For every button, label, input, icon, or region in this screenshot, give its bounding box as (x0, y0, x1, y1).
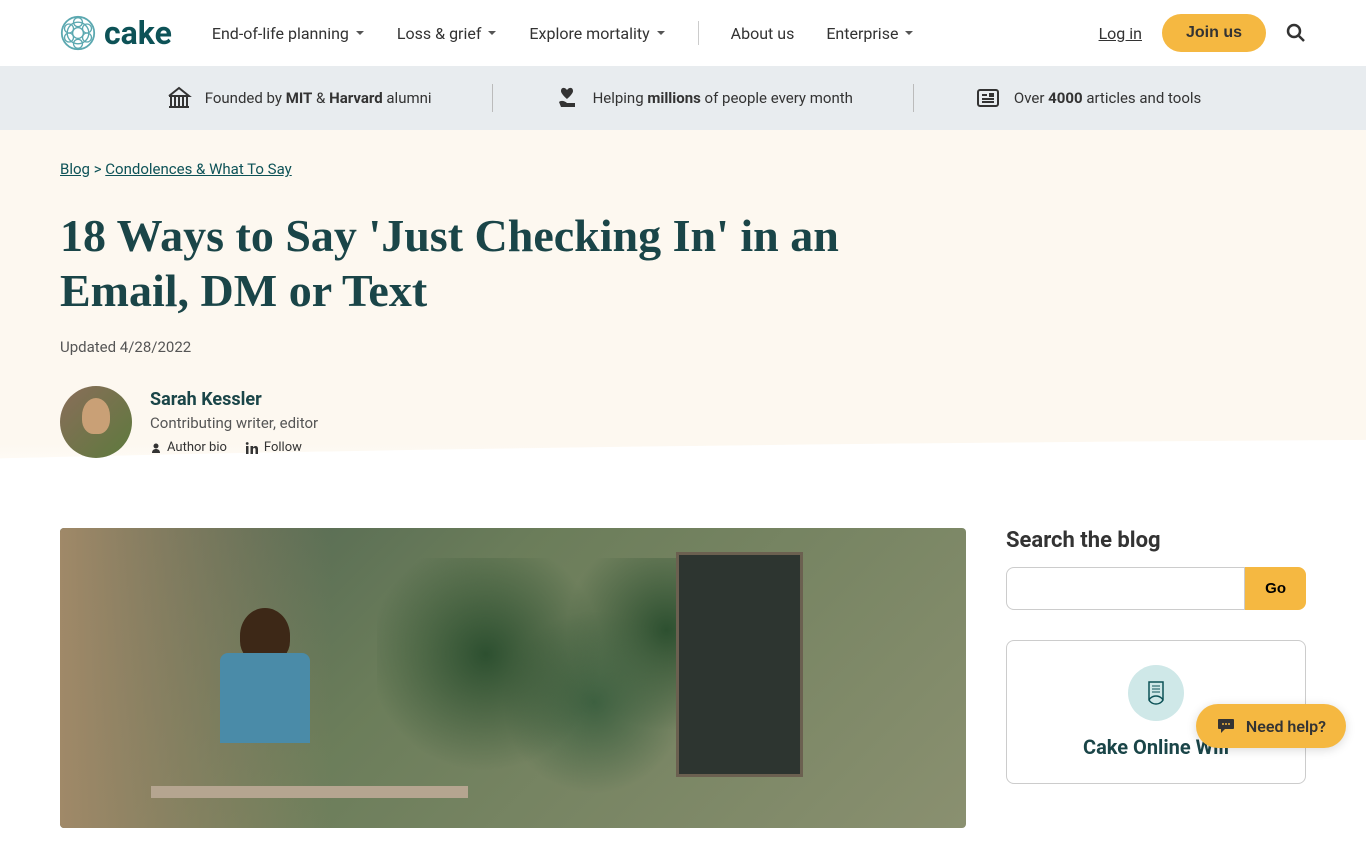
main-header: cake End-of-life planning Loss & grief E… (0, 0, 1366, 66)
heart-hand-icon (553, 84, 581, 112)
trust-text: Founded by MIT & Harvard alumni (205, 89, 432, 107)
author-name: Sarah Kessler (150, 389, 318, 410)
search-form: Go (1006, 567, 1306, 610)
trust-founded: Founded by MIT & Harvard alumni (165, 84, 432, 112)
institution-icon (165, 84, 193, 112)
page-title: 18 Ways to Say 'Just Checking In' in an … (60, 208, 960, 318)
header-left: cake End-of-life planning Loss & grief E… (60, 14, 914, 52)
nav-label: About us (731, 24, 795, 43)
author-links: Author bio Follow (150, 440, 318, 455)
nav-label: Loss & grief (397, 24, 482, 43)
trust-helping: Helping millions of people every month (553, 84, 853, 112)
caret-down-icon (656, 28, 666, 38)
logo-icon (60, 15, 96, 51)
main-nav: End-of-life planning Loss & grief Explor… (212, 21, 915, 45)
nav-enterprise[interactable]: Enterprise (826, 24, 914, 43)
trust-text: Helping millions of people every month (593, 89, 853, 107)
trust-articles: Over 4000 articles and tools (974, 84, 1201, 112)
chat-icon (1216, 716, 1236, 736)
content-area: Search the blog Go Cake Online Will (0, 498, 1366, 858)
help-widget[interactable]: Need help? (1196, 704, 1346, 748)
nav-divider (698, 21, 699, 45)
trust-bar: Founded by MIT & Harvard alumni Helping … (0, 66, 1366, 130)
nav-label: End-of-life planning (212, 24, 349, 43)
author-follow-label: Follow (264, 440, 302, 455)
logo[interactable]: cake (60, 14, 172, 52)
header-right: Log in Join us (1099, 14, 1306, 52)
document-icon (1128, 665, 1184, 721)
main-column (60, 528, 966, 828)
search-title: Search the blog (1006, 528, 1306, 553)
nav-eol-planning[interactable]: End-of-life planning (212, 24, 365, 43)
caret-down-icon (487, 28, 497, 38)
hero-image (60, 528, 966, 828)
author-avatar (60, 386, 132, 458)
trust-divider (913, 84, 914, 112)
breadcrumb-blog[interactable]: Blog (60, 160, 90, 178)
news-icon (974, 84, 1002, 112)
caret-down-icon (904, 28, 914, 38)
updated-date: Updated 4/28/2022 (60, 338, 1306, 356)
search-input[interactable] (1006, 567, 1245, 610)
author-bio-label: Author bio (167, 440, 227, 455)
logo-text: cake (104, 14, 172, 52)
author-follow-link[interactable]: Follow (245, 440, 302, 455)
caret-down-icon (355, 28, 365, 38)
linkedin-icon (245, 441, 259, 455)
search-icon[interactable] (1286, 23, 1306, 43)
login-link[interactable]: Log in (1099, 24, 1142, 43)
trust-divider (492, 84, 493, 112)
author-role: Contributing writer, editor (150, 414, 318, 432)
nav-loss-grief[interactable]: Loss & grief (397, 24, 498, 43)
nav-explore-mortality[interactable]: Explore mortality (529, 24, 665, 43)
hero-section: Blog > Condolences & What To Say 18 Ways… (0, 130, 1366, 498)
help-label: Need help? (1246, 717, 1326, 736)
person-icon (150, 442, 162, 454)
search-go-button[interactable]: Go (1245, 567, 1306, 610)
breadcrumb-category[interactable]: Condolences & What To Say (105, 160, 291, 178)
author-info: Sarah Kessler Contributing writer, edito… (150, 389, 318, 455)
nav-about[interactable]: About us (731, 24, 795, 43)
author-block: Sarah Kessler Contributing writer, edito… (60, 386, 1306, 458)
nav-label: Enterprise (826, 24, 898, 43)
join-button[interactable]: Join us (1162, 14, 1266, 52)
author-bio-link[interactable]: Author bio (150, 440, 227, 455)
nav-label: Explore mortality (529, 24, 649, 43)
trust-text: Over 4000 articles and tools (1014, 89, 1201, 107)
breadcrumb: Blog > Condolences & What To Say (60, 160, 1306, 178)
